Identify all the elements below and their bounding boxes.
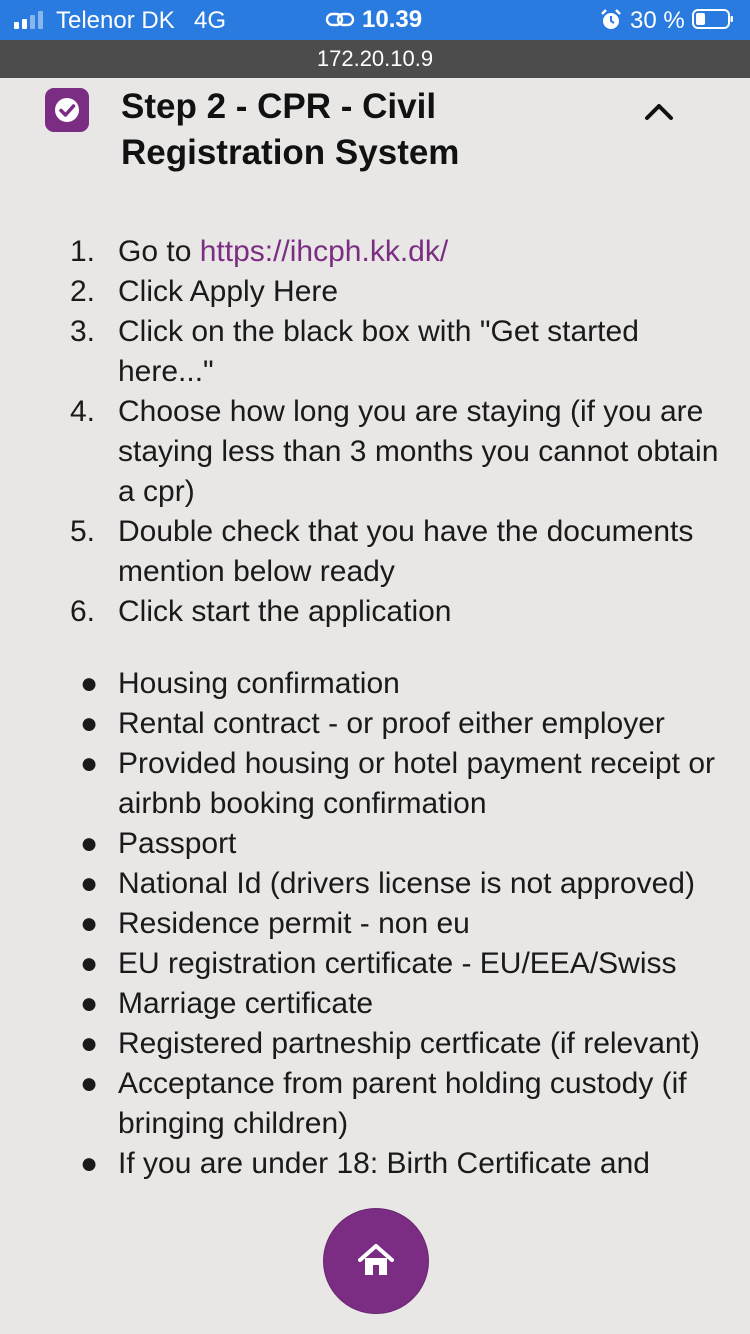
instruction-step: 3. Click on the black box with "Get start… — [0, 312, 750, 392]
step-text: Choose how long you are staying (if you … — [118, 395, 719, 508]
document-item: ● If you are under 18: Birth Certificate … — [0, 1144, 750, 1184]
instruction-step: 4. Choose how long you are staying (if yo… — [0, 392, 750, 512]
bullet: ● — [80, 1027, 99, 1060]
step-text: Click on the black box with "Get started… — [118, 315, 639, 388]
checkmark-icon — [55, 98, 79, 122]
instruction-step: 2. Click Apply Here — [0, 272, 750, 312]
bullet: ● — [80, 867, 99, 900]
signal-bars-icon — [14, 11, 48, 29]
document-item: ● Acceptance from parent holding custody … — [0, 1064, 750, 1144]
step-title[interactable]: Step 2 - CPR - Civil Registration System — [121, 84, 621, 176]
carrier-name: Telenor DK — [56, 7, 175, 34]
battery-icon — [692, 9, 733, 29]
step-number: 5. — [70, 515, 96, 548]
battery-percentage: 30 % — [630, 7, 685, 34]
instruction-step: 6. Click start the application — [0, 592, 750, 632]
bullet: ● — [80, 827, 99, 860]
bullet: ● — [80, 747, 99, 780]
instruction-steps: 1. Go to https://ihcph.kk.dk/ 2. Click App… — [0, 232, 750, 632]
required-documents-list: ● Housing confirmation ● Rental contract -… — [0, 664, 750, 1184]
bullet: ● — [80, 987, 99, 1020]
step-text: Click Apply Here — [118, 275, 339, 308]
address-bar[interactable]: 172.20.10.9 — [0, 40, 750, 78]
document-item: ● Marriage certificate — [0, 984, 750, 1024]
document-item: ● Provided housing or hotel payment recei… — [0, 744, 750, 824]
document-item: ● National Id (drivers license is not app… — [0, 864, 750, 904]
document-text: If you are under 18: Birth Certificate a… — [118, 1147, 650, 1180]
bullet: ● — [80, 907, 99, 940]
document-text: Residence permit - non eu — [118, 907, 470, 940]
step-number: 1. — [70, 235, 96, 268]
document-text: National Id (drivers license is not appr… — [118, 867, 695, 900]
bullet: ● — [80, 667, 99, 700]
document-text: Provided housing or hotel payment receip… — [118, 747, 716, 820]
document-item: ● EU registration certificate - EU/EEA/Sw… — [0, 944, 750, 984]
registration-link[interactable]: https://ihcph.kk.dk/ — [200, 235, 448, 268]
step-number: 3. — [70, 315, 96, 348]
step-text: Go to — [118, 235, 200, 268]
bullet: ● — [80, 1147, 99, 1180]
document-text: EU registration certificate - EU/EEA/Swi… — [118, 947, 677, 980]
bullet: ● — [80, 707, 99, 740]
alarm-clock-icon — [601, 9, 621, 29]
document-item: ● Housing confirmation — [0, 664, 750, 704]
bullet: ● — [80, 947, 99, 980]
document-text: Acceptance from parent holding custody (… — [118, 1067, 687, 1140]
document-item: ● Passport — [0, 824, 750, 864]
step-text: Double check that you have the documents… — [118, 515, 694, 588]
document-text: Rental contract - or proof either employ… — [118, 707, 665, 740]
step-number: 2. — [70, 275, 96, 308]
step-text: Click start the application — [118, 595, 452, 628]
network-type: 4G — [194, 7, 227, 34]
step-number: 6. — [70, 595, 96, 628]
instruction-step: 1. Go to https://ihcph.kk.dk/ — [0, 232, 750, 272]
document-text: Passport — [118, 827, 237, 860]
document-item: ● Registered partneship certficate (if re… — [0, 1024, 750, 1064]
step-number: 4. — [70, 395, 96, 428]
instruction-step: 5. Double check that you have the documen… — [0, 512, 750, 592]
url-text: 172.20.10.9 — [316, 46, 434, 71]
document-item: ● Residence permit - non eu — [0, 904, 750, 944]
document-text: Marriage certificate — [118, 987, 374, 1020]
bullet: ● — [80, 1067, 99, 1100]
document-text: Housing confirmation — [118, 667, 400, 700]
home-button[interactable] — [323, 1208, 429, 1314]
document-text: Registered partneship certficate (if rel… — [118, 1027, 700, 1060]
home-icon — [358, 1244, 394, 1275]
personal-hotspot-icon — [325, 12, 355, 27]
chevron-up-icon[interactable] — [642, 98, 676, 124]
clock-time: 10.39 — [362, 6, 423, 33]
step-completed-checkbox[interactable] — [45, 88, 89, 132]
document-item: ● Rental contract - or proof either emplo… — [0, 704, 750, 744]
status-bar: Telenor DK 4G 10.39 30 % — [0, 0, 750, 40]
